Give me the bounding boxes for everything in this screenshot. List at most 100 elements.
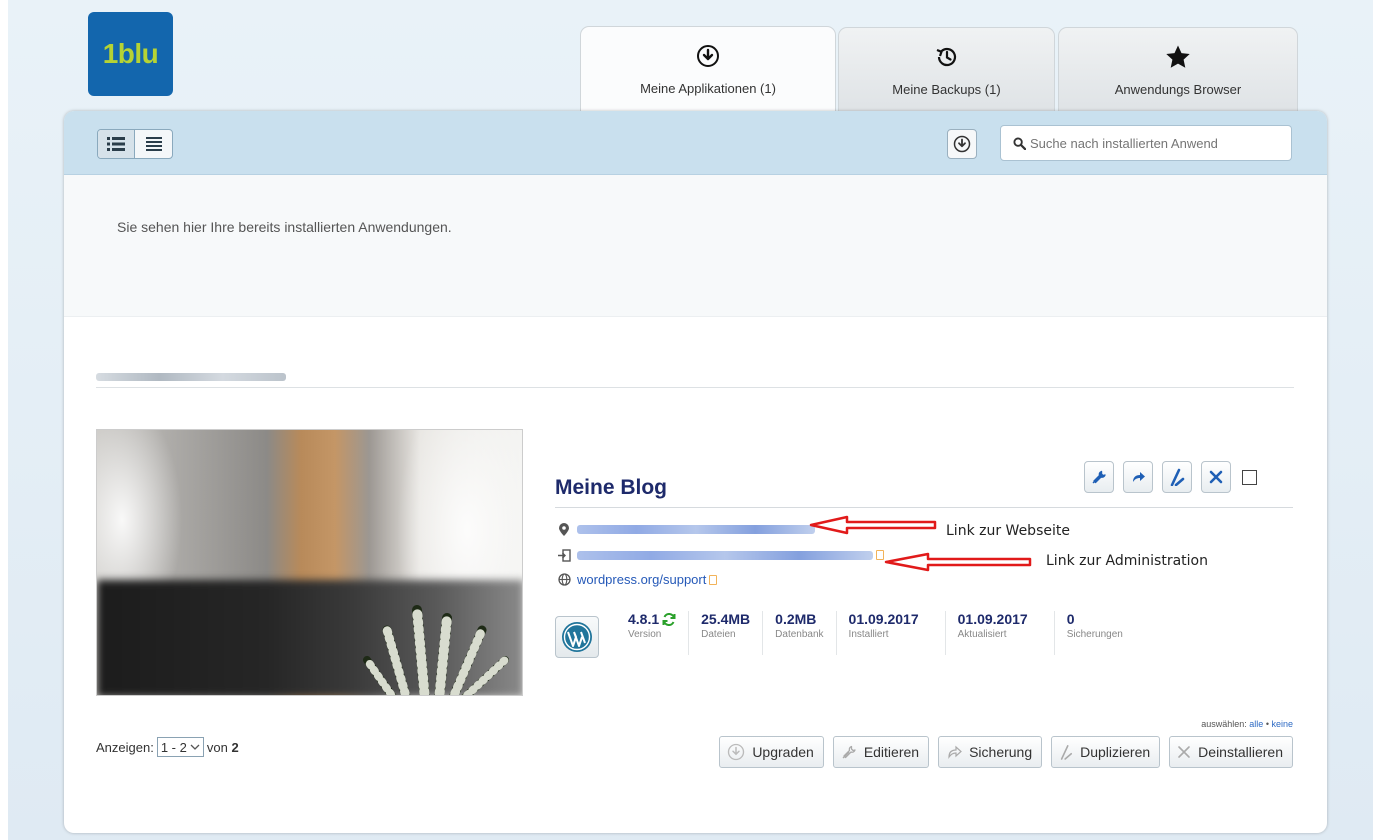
stat-label: Aktualisiert [957, 629, 1007, 640]
bulk-upgrade-button[interactable]: Upgraden [719, 736, 824, 768]
stat-value: 4.8.1 [628, 611, 660, 627]
external-link-icon [709, 574, 718, 585]
close-icon [1178, 746, 1190, 758]
bulk-actions: Upgraden Editieren Sicherung Duplizieren… [719, 736, 1293, 768]
stat-value: 01.09.2017 [957, 611, 1028, 627]
bulk-clone-button[interactable]: Duplizieren [1051, 736, 1161, 768]
title-divider [555, 507, 1293, 508]
app-title[interactable]: Meine Blog [555, 476, 667, 500]
select-none-link[interactable]: keine [1271, 719, 1293, 729]
list-detail-icon [107, 137, 125, 151]
pager-prefix: Anzeigen: [96, 739, 154, 755]
bulk-edit-button[interactable]: Editieren [832, 736, 930, 768]
stat-label: Installiert [848, 629, 889, 640]
location-pin-icon [557, 522, 571, 536]
app-screenshot-thumbnail[interactable] [96, 429, 523, 696]
support-link-text: wordpress.org/support [577, 572, 707, 587]
tab-label: Meine Applikationen (1) [640, 81, 776, 96]
stat-label: Dateien [701, 629, 736, 640]
button-label: Deinstallieren [1198, 744, 1283, 760]
tab-my-backups[interactable]: Meine Backups (1) [838, 27, 1055, 111]
button-label: Upgraden [752, 744, 814, 760]
stat-label: Datenbank [775, 629, 824, 640]
globe-icon [557, 573, 571, 587]
search-icon [1013, 136, 1026, 150]
select-separator: • [1265, 719, 1269, 729]
button-label: Duplizieren [1080, 744, 1151, 760]
history-clock-icon [934, 44, 960, 70]
website-url-redacted [577, 524, 815, 534]
support-link[interactable]: wordpress.org/support [557, 572, 718, 587]
select-all-links: auswählen: alle • keine [1201, 719, 1293, 729]
annotation-website: Link zur Webseite [946, 523, 1070, 539]
select-checkbox[interactable] [1242, 469, 1257, 485]
main-panel: Sie sehen hier Ihre bereits installierte… [64, 111, 1327, 833]
close-icon [1209, 470, 1223, 484]
app-actions [1084, 461, 1257, 493]
stat-files: 25.4MB Dateien [689, 611, 764, 655]
fork-icon [1170, 468, 1185, 486]
search-box[interactable] [1000, 125, 1292, 161]
button-label: Sicherung [969, 744, 1033, 760]
share-arrow-icon [948, 745, 962, 759]
edit-button[interactable] [1084, 461, 1114, 493]
page-range-value: 1 - 2 [160, 739, 187, 755]
admin-url-redacted [577, 550, 873, 560]
stat-value: 25.4MB [701, 611, 751, 627]
info-text: Sie sehen hier Ihre bereits installierte… [117, 219, 452, 235]
pager-total: 2 [231, 739, 239, 755]
select-label: auswählen: [1201, 719, 1247, 729]
wrench-icon [1092, 470, 1106, 484]
annotation-arrow-website [809, 515, 937, 535]
stat-value: 01.09.2017 [848, 611, 919, 627]
detail-view-button[interactable] [98, 130, 136, 158]
clone-button[interactable] [1162, 461, 1192, 493]
fork-icon [1060, 745, 1073, 760]
uninstall-button[interactable] [1201, 461, 1231, 493]
download-circle-icon [728, 743, 745, 761]
view-toggle [97, 129, 173, 159]
share-arrow-icon [1133, 472, 1145, 482]
bulk-backup-button[interactable]: Sicherung [938, 736, 1043, 768]
website-link[interactable] [557, 522, 815, 536]
stat-value: 0.2MB [775, 611, 817, 627]
compact-view-button[interactable] [135, 130, 172, 158]
download-circle-icon [696, 43, 720, 69]
annotation-arrow-admin [884, 552, 1032, 572]
tab-app-browser[interactable]: Anwendungs Browser [1058, 27, 1298, 111]
stat-label: Sicherungen [1066, 629, 1123, 640]
tab-label: Anwendungs Browser [1114, 82, 1242, 97]
stat-database: 0.2MB Datenbank [763, 611, 837, 655]
bulk-uninstall-button[interactable]: Deinstallieren [1169, 736, 1293, 768]
list-compact-icon [145, 137, 162, 151]
wordpress-logo-icon [555, 616, 599, 658]
refresh-icon[interactable] [662, 612, 676, 626]
stat-version: 4.8.1 Version [616, 611, 690, 655]
tab-my-applications[interactable]: Meine Applikationen (1) [580, 26, 836, 112]
backup-button[interactable] [1123, 461, 1153, 493]
page-range-select[interactable]: 1 - 2 [156, 737, 204, 757]
admin-link[interactable] [557, 548, 884, 562]
select-all-link[interactable]: alle [1249, 719, 1263, 729]
brand-logo[interactable]: 1blu [88, 12, 173, 96]
stat-label: Version [628, 629, 662, 640]
chevron-down-icon [190, 744, 200, 750]
install-download-button[interactable] [947, 129, 977, 159]
stat-backups: 0 Sicherungen [1055, 611, 1135, 655]
left-edge [0, 0, 8, 840]
toolbar [64, 111, 1327, 175]
pager-suffix: von [206, 739, 228, 755]
stat-installed: 01.09.2017 Installiert [837, 611, 946, 655]
wrench-icon [842, 745, 856, 759]
section-domain-redacted [96, 373, 286, 381]
annotation-admin: Link zur Administration [1046, 553, 1208, 569]
tab-label: Meine Backups (1) [892, 82, 1001, 97]
stat-value: 0 [1066, 611, 1075, 627]
section-divider [96, 387, 1294, 388]
stat-updated: 01.09.2017 Aktualisiert [946, 611, 1055, 655]
info-area: Sie sehen hier Ihre bereits installierte… [64, 175, 1327, 317]
search-input[interactable] [1030, 135, 1285, 151]
app-stats: 4.8.1 Version 25.4MB Dateien 0.2MB Daten… [555, 611, 1135, 658]
download-circle-icon [953, 135, 971, 153]
button-label: Editieren [863, 744, 920, 760]
